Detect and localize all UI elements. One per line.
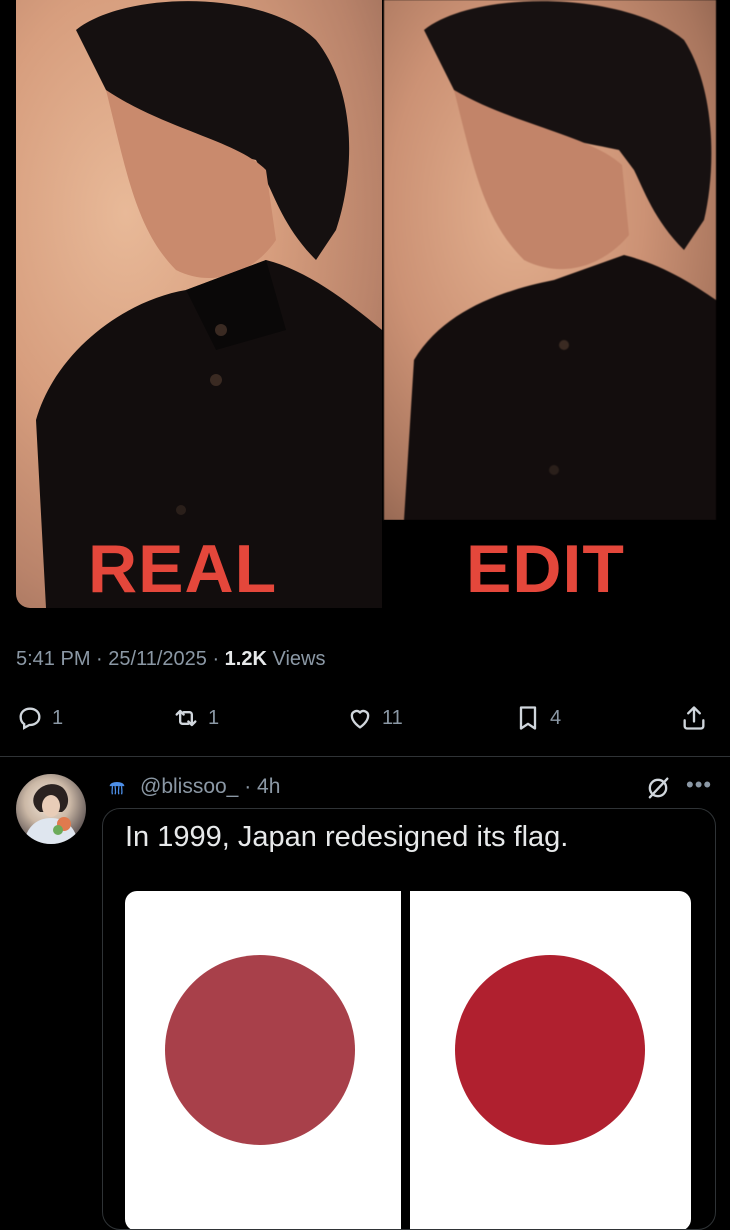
reply-text: In 1999, Japan redesigned its flag. (125, 821, 569, 853)
share-button[interactable] (680, 700, 708, 736)
repost-button[interactable]: 1 (172, 700, 219, 736)
edit-photo-figure (404, 1, 716, 520)
reply-header: @blissoo_ · 4h (106, 772, 280, 802)
repost-icon (175, 709, 197, 727)
reply-icon (19, 707, 41, 730)
old-flag (125, 891, 401, 1229)
bookmark-count: 4 (550, 706, 562, 729)
old-flag-disc (165, 955, 355, 1145)
divider (0, 756, 730, 757)
like-button[interactable]: 11 (346, 700, 403, 736)
more-dots-icon: ••• (686, 772, 713, 797)
tweet-date: 25/11/2025 (108, 648, 207, 670)
comparison-image[interactable]: REAL EDIT (16, 0, 716, 608)
bookmark-icon (519, 706, 537, 730)
meta-separator: · (96, 648, 109, 670)
real-caption: REAL (88, 531, 278, 607)
grok-icon[interactable] (644, 774, 672, 802)
more-options-button[interactable]: ••• (686, 772, 712, 798)
bookmark-button[interactable]: 4 (514, 700, 561, 736)
meta-separator: · (212, 648, 225, 670)
jellyfish-icon (109, 781, 125, 795)
flag-comparison-image (125, 891, 691, 1229)
edit-caption: EDIT (466, 531, 625, 607)
avatar-image (24, 784, 78, 844)
share-icon (683, 706, 705, 730)
views-label: Views (272, 648, 326, 670)
edit-photo (384, 0, 716, 520)
new-flag-disc (455, 955, 645, 1145)
real-photo-figure (36, 1, 382, 608)
heart-icon (350, 709, 370, 729)
reply-handle[interactable]: @blissoo_ (140, 775, 238, 799)
avatar[interactable] (16, 774, 86, 844)
quoted-post-card[interactable]: In 1999, Japan redesigned its flag. (102, 808, 716, 1230)
real-photo (16, 0, 382, 608)
tweet-action-bar: 1 1 11 4 (0, 700, 730, 736)
reply-age: 4h (257, 775, 281, 798)
reply-count: 1 (52, 706, 64, 729)
reply-button[interactable]: 1 (16, 700, 63, 736)
meta-separator: · (238, 775, 258, 798)
like-count: 11 (382, 706, 403, 729)
tweet-metadata: 5:41 PM · 25/11/2025 · 1.2K Views (16, 648, 325, 671)
new-flag (410, 891, 691, 1229)
repost-count: 1 (208, 706, 220, 729)
tweet-time: 5:41 PM (16, 648, 91, 670)
views-count: 1.2K (224, 648, 267, 670)
